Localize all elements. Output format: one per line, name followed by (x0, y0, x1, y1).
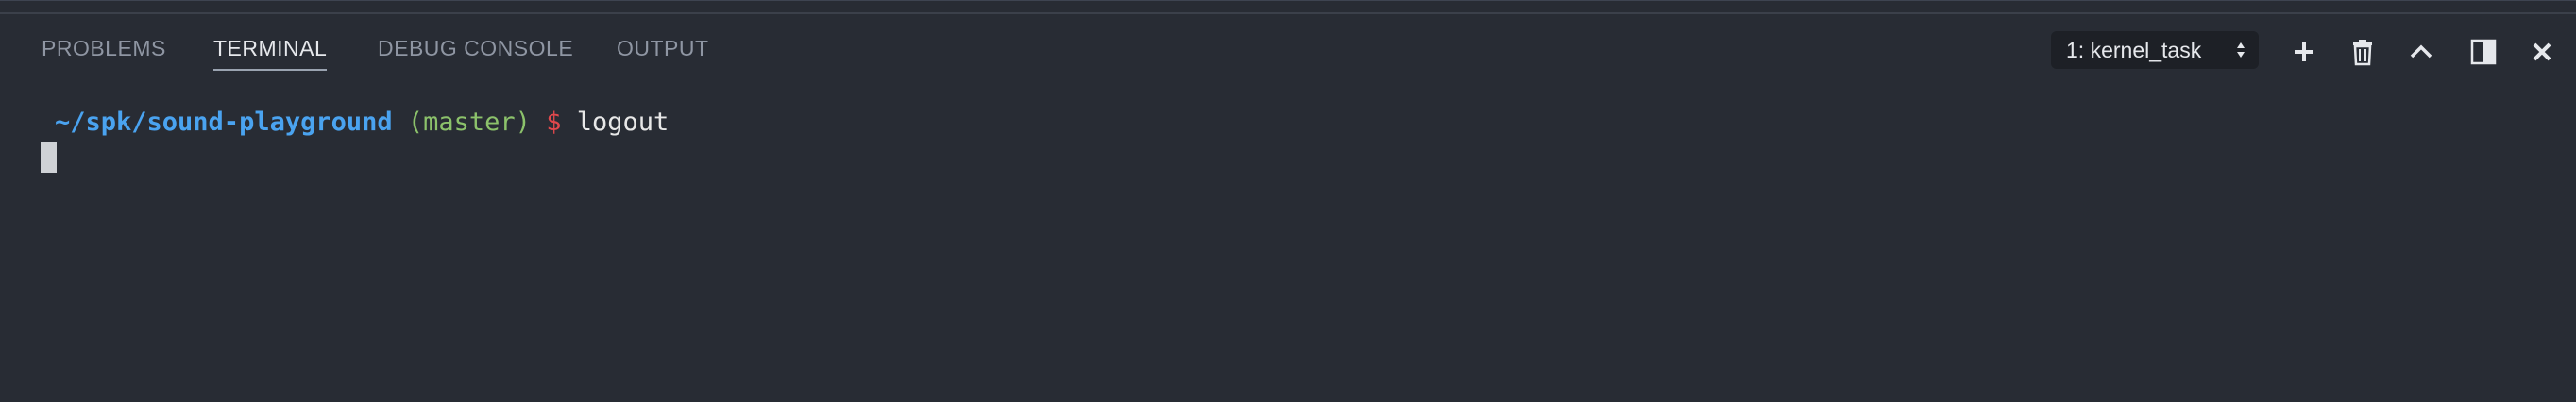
split-panel-icon (2470, 39, 2497, 65)
prompt-branch: (master) (407, 108, 531, 137)
close-icon (2533, 42, 2551, 61)
tab-problems[interactable]: PROBLEMS (42, 35, 166, 61)
plus-icon (2295, 42, 2313, 61)
terminal-panel: PROBLEMS TERMINAL DEBUG CONSOLE OUTPUT 1… (0, 0, 2576, 402)
tab-output[interactable]: OUTPUT (617, 35, 709, 61)
terminal-cursor (41, 142, 57, 173)
terminal-instance-select[interactable]: 1: kernel_task (2051, 31, 2259, 69)
tab-debug-console[interactable]: DEBUG CONSOLE (378, 35, 573, 61)
close-panel-button[interactable] (2525, 35, 2559, 69)
panel-top-border (0, 1, 2576, 14)
trash-icon (2353, 40, 2372, 66)
select-arrows-icon (2237, 42, 2245, 58)
tab-problems-label: PROBLEMS (42, 36, 166, 60)
terminal-instance-value: 1: kernel_task (2066, 38, 2202, 62)
active-tab-underline (213, 69, 328, 71)
new-terminal-button[interactable] (2287, 35, 2321, 69)
chevron-up-icon (2410, 44, 2432, 59)
toggle-panel-position-button[interactable] (2466, 35, 2500, 69)
prompt-command: logout (576, 108, 669, 137)
tab-terminal-label: TERMINAL (213, 36, 328, 60)
prompt-path: ~/spk/sound-playground (55, 108, 393, 137)
tab-debug-console-label: DEBUG CONSOLE (378, 36, 574, 60)
terminal-output[interactable]: ~/spk/sound-playground (master) $ logout (0, 95, 2576, 397)
panel-tab-bar: PROBLEMS TERMINAL DEBUG CONSOLE OUTPUT 1… (0, 14, 2576, 82)
tab-output-label: OUTPUT (617, 36, 709, 60)
tab-terminal[interactable]: TERMINAL (213, 35, 328, 71)
maximize-panel-button[interactable] (2404, 35, 2438, 69)
prompt-line: ~/spk/sound-playground (master) $ logout (55, 107, 669, 139)
kill-terminal-button[interactable] (2346, 35, 2380, 69)
prompt-symbol: $ (546, 108, 562, 137)
